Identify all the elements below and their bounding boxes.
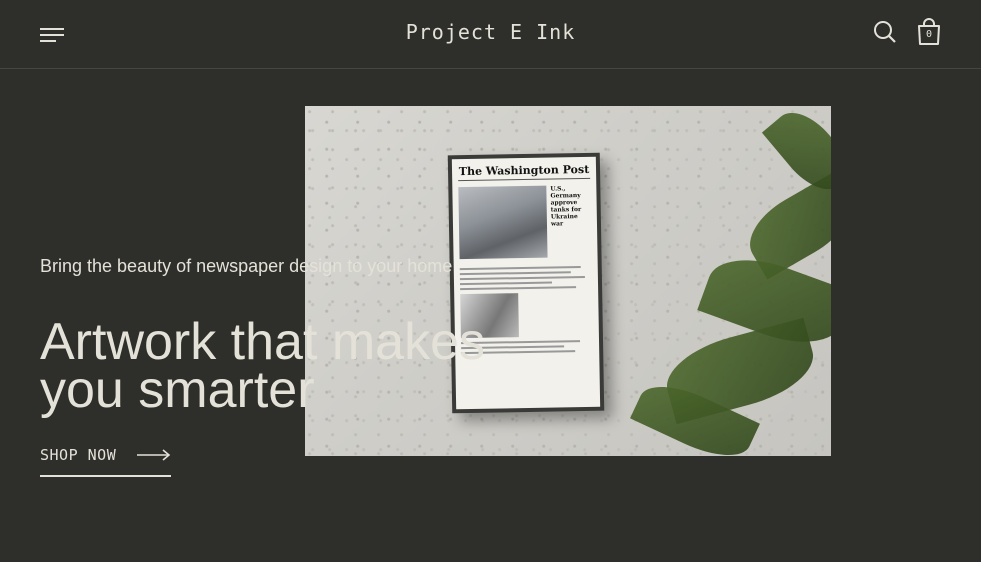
search-button[interactable]	[873, 20, 897, 44]
newspaper-masthead: The Washington Post	[457, 162, 591, 182]
hero-headline-line-2: you smarter	[40, 361, 315, 419]
newspaper-headline: U.S., Germany approve tanks for Ukraine …	[550, 185, 582, 228]
site-header: Project E Ink 0	[0, 0, 981, 69]
plant-leaf	[761, 106, 831, 202]
cart-count-badge: 0	[925, 29, 933, 40]
shop-now-label: SHOP NOW	[40, 446, 117, 464]
newspaper-photo	[458, 185, 548, 260]
hero-tagline: Bring the beauty of newspaper design to …	[40, 256, 453, 276]
brand-logo-container: Project E Ink	[0, 20, 981, 44]
hero-headline-line-1: Artwork that makes	[40, 313, 486, 371]
cart-button[interactable]: 0	[916, 18, 942, 46]
shop-now-button[interactable]: SHOP NOW	[40, 444, 171, 477]
brand-logo[interactable]: Project E Ink	[406, 20, 576, 44]
arrow-right-icon	[137, 449, 171, 461]
newspaper-text-lines	[459, 266, 592, 291]
search-icon	[874, 21, 896, 43]
hero-headline: Artwork that makes you smarter	[40, 313, 486, 419]
